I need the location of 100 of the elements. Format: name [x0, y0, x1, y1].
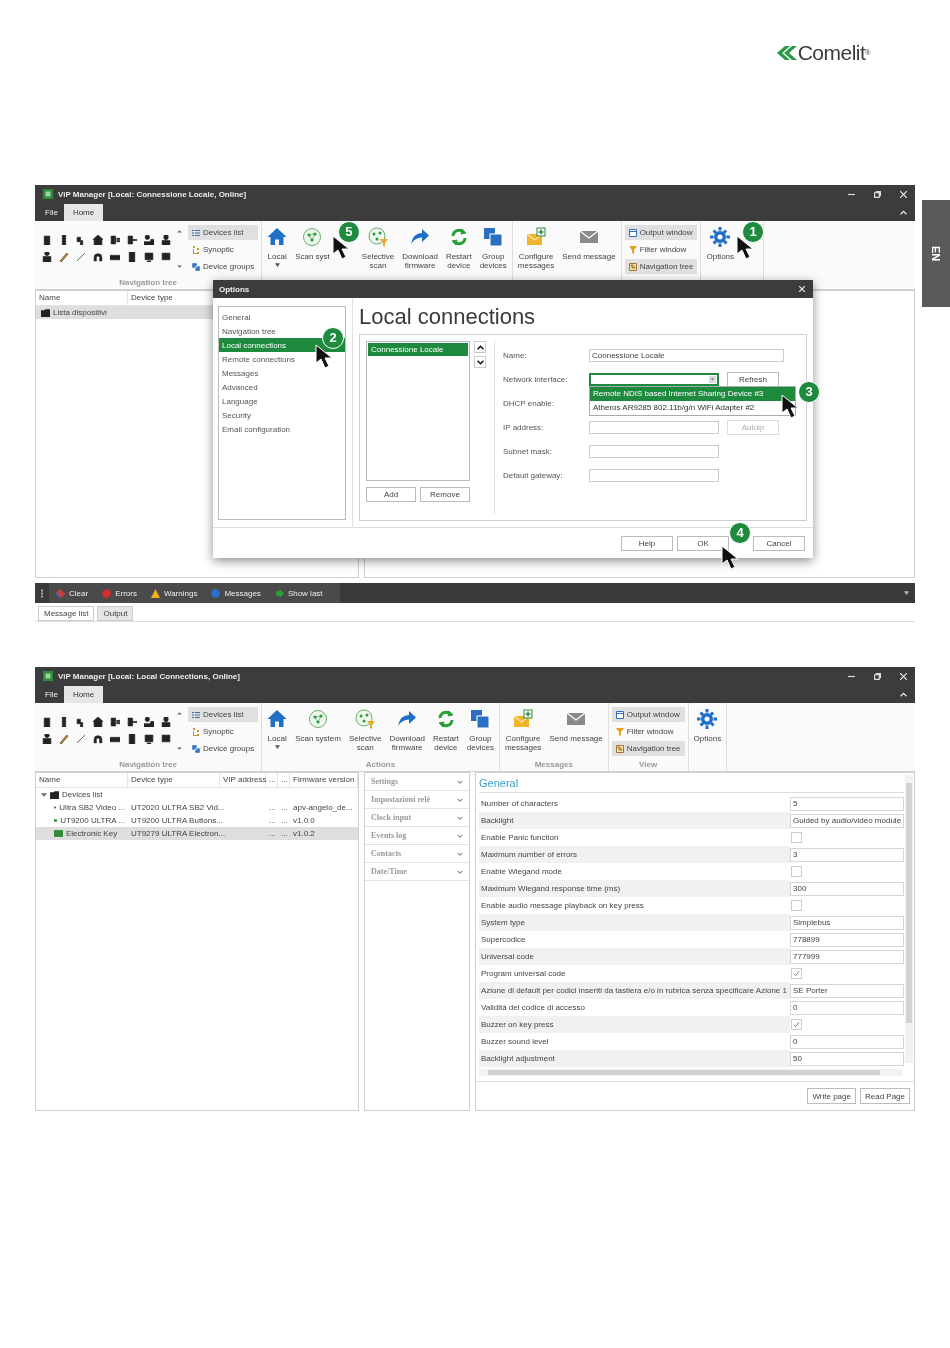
options-item[interactable]: Navigation tree	[219, 324, 279, 338]
ribbon-button[interactable]: Download firmware	[400, 225, 440, 270]
column-header[interactable]: Firmware version	[290, 773, 358, 787]
property-field[interactable]: 5	[790, 796, 904, 811]
ribbon-button[interactable]: Group devices	[477, 225, 509, 270]
property-field[interactable]: 3	[790, 847, 904, 862]
property-field[interactable]: 50	[790, 1051, 904, 1066]
restore-icon[interactable]	[874, 672, 881, 680]
output-tool-button[interactable]: Warnings	[143, 588, 205, 598]
expander-icon[interactable]	[41, 791, 47, 798]
property-field[interactable]: 0	[790, 1034, 904, 1049]
column-header[interactable]: ...	[266, 773, 278, 787]
column-header[interactable]: VIP address	[220, 773, 266, 787]
property-field[interactable]: Guided by audio/video module	[790, 813, 904, 828]
column-header[interactable]: Name	[36, 773, 128, 787]
ribbon-button[interactable]: Group devices	[464, 707, 496, 752]
view-toggle[interactable]: Filter window	[624, 242, 698, 257]
view-toggle[interactable]: Synoptic	[188, 242, 259, 257]
list-button[interactable]: Add	[366, 487, 416, 502]
ribbon-tab[interactable]: Home	[63, 204, 104, 221]
ribbon-button[interactable]: Local	[265, 225, 290, 267]
collapse-icon[interactable]	[900, 691, 907, 697]
column-header[interactable]: Device type	[128, 773, 220, 787]
move-down-button[interactable]	[474, 356, 486, 368]
ribbon-button[interactable]: Local	[265, 707, 290, 749]
ribbon-button[interactable]: Download firmware	[387, 707, 427, 752]
checkbox[interactable]	[791, 832, 802, 843]
dropdown-arrow-icon[interactable]	[709, 375, 716, 383]
field-button[interactable]: Refresh	[727, 371, 779, 387]
property-field[interactable]: SE Porter	[790, 983, 904, 998]
property-field[interactable]: Simplebus	[790, 915, 904, 930]
view-toggle[interactable]: Device groups	[188, 259, 259, 274]
close-icon[interactable]	[799, 286, 805, 292]
ribbon-button[interactable]: Configure messages	[515, 225, 557, 270]
checkbox[interactable]	[791, 1019, 802, 1030]
output-tool-button[interactable]: Clear	[49, 588, 96, 598]
dialog-button[interactable]: OK	[677, 535, 729, 551]
text-field[interactable]	[589, 420, 719, 434]
view-toggle[interactable]: Navigation tree	[624, 259, 698, 274]
dropdown-option[interactable]: Remote NDIS based Internet Sharing Device #3	[590, 386, 795, 401]
tree-row[interactable]: UT9200 ULTRA ... UT9200 ULTRA Buttons... ... ... v1.0.0	[36, 814, 358, 827]
text-field[interactable]	[589, 444, 719, 458]
output-tab[interactable]: Output	[97, 606, 134, 621]
property-field[interactable]: 777999	[790, 949, 904, 964]
column-header[interactable]: ...	[278, 773, 290, 787]
page-button[interactable]: Write page	[807, 1088, 856, 1104]
ribbon-button[interactable]: Scan syst	[293, 225, 332, 261]
options-item[interactable]: Security	[219, 408, 254, 422]
checkbox[interactable]	[791, 900, 802, 911]
output-tool-button[interactable]: Show last	[267, 588, 330, 598]
view-toggle[interactable]: Devices list	[188, 225, 259, 240]
view-toggle[interactable]: Output window	[611, 707, 685, 722]
options-item[interactable]: Messages	[219, 366, 262, 380]
ribbon-button[interactable]: Scan system	[293, 707, 343, 743]
ribbon-button[interactable]: Restart device	[431, 707, 461, 752]
ribbon-button[interactable]: Send message	[560, 225, 618, 261]
scroll-arrows-icon[interactable]	[177, 229, 182, 269]
tree-row[interactable]: Ultra SB2 Video ... UT2020 ULTRA SB2 Vid... ... ... apv-angelo_de...	[36, 801, 358, 814]
close-icon[interactable]	[900, 190, 907, 198]
list-button[interactable]: Remove	[420, 487, 470, 502]
view-toggle[interactable]: Synoptic	[188, 724, 259, 739]
options-item[interactable]: Advanced	[219, 380, 261, 394]
close-icon[interactable]	[900, 672, 907, 680]
ribbon-tab[interactable]: File	[39, 204, 64, 221]
property-field[interactable]: 0	[790, 1000, 904, 1015]
tree-row[interactable]: Devices list	[36, 788, 358, 801]
options-item[interactable]: Remote connections	[219, 352, 298, 366]
checkbox[interactable]	[791, 968, 802, 979]
property-field[interactable]: 300	[790, 881, 904, 896]
scroll-arrows-icon[interactable]	[177, 711, 182, 751]
ribbon-tab[interactable]: File	[39, 686, 64, 703]
view-toggle[interactable]: Navigation tree	[611, 741, 685, 756]
ribbon-tab[interactable]: Home	[63, 686, 104, 703]
options-item[interactable]: Email configuration	[219, 422, 294, 436]
view-toggle[interactable]: Filter window	[611, 724, 685, 739]
ribbon-button[interactable]: Options	[704, 225, 737, 261]
vertical-scrollbar[interactable]	[905, 775, 913, 1063]
view-toggle[interactable]: Output window	[624, 225, 698, 240]
output-tool-button[interactable]: Errors	[95, 588, 144, 598]
ribbon-button[interactable]: Send message	[547, 707, 605, 743]
ribbon-button[interactable]: Selective scan	[359, 225, 397, 270]
view-toggle[interactable]: Devices list	[188, 707, 259, 722]
dialog-button[interactable]: Help	[621, 535, 673, 551]
ribbon-button[interactable]: Restart device	[443, 225, 474, 270]
text-field[interactable]	[589, 468, 719, 482]
page-button[interactable]: Read Page	[859, 1088, 910, 1104]
options-item[interactable]: Language	[219, 394, 261, 408]
restore-icon[interactable]	[874, 190, 881, 198]
tree-row[interactable]: Electronic Key UT9279 ULTRA Electron... ... ... v1.0.2	[36, 827, 358, 840]
output-tool-button[interactable]: Messages	[204, 588, 268, 598]
checkbox[interactable]	[791, 866, 802, 877]
connection-item[interactable]: Connessione Locale	[368, 343, 468, 356]
ribbon-button[interactable]: Options	[691, 707, 724, 743]
dialog-button[interactable]: Cancel	[753, 535, 805, 551]
ribbon-button[interactable]: Configure messages	[502, 707, 544, 752]
view-toggle[interactable]: Device groups	[188, 741, 259, 756]
column-header[interactable]: Name	[36, 291, 128, 305]
ribbon-button[interactable]: Selective scan	[346, 707, 384, 752]
dropdown-arrow-icon[interactable]	[904, 591, 909, 595]
text-field[interactable]: Connessione Locale	[589, 348, 784, 362]
